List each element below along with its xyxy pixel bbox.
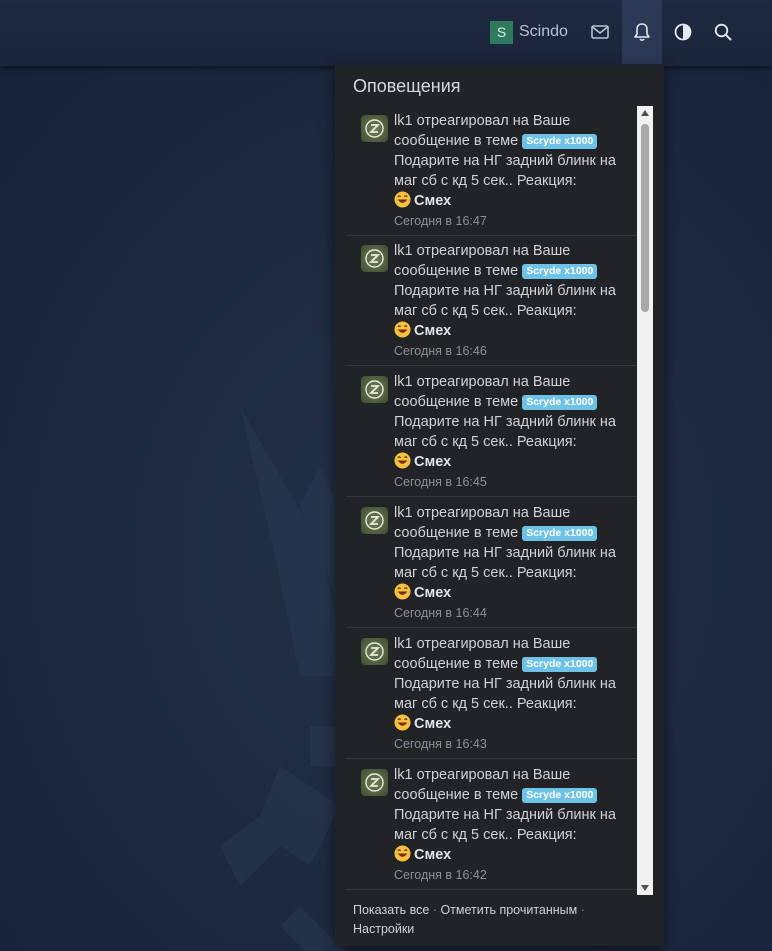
thread-title-link[interactable]: Подарите на НГ задний блинк на маг сб с … (394, 545, 616, 581)
notification-text: lk1 отреагировал на Ваше сообщение в тем… (394, 765, 634, 885)
thread-prefix-tag[interactable]: Scryde x1000 (522, 395, 598, 410)
user-avatar[interactable] (361, 376, 388, 403)
z-logo-icon (365, 773, 384, 792)
scroll-down-button[interactable] (637, 881, 653, 895)
thread-prefix-tag[interactable]: Scryde x1000 (522, 264, 598, 279)
notification-item[interactable]: lk1 отреагировал на Ваше сообщение в тем… (346, 236, 637, 366)
user-avatar[interactable] (361, 638, 388, 665)
z-logo-icon (365, 249, 384, 268)
reaction-name: Смех (414, 323, 452, 339)
scroll-up-button[interactable] (637, 106, 653, 120)
user-avatar: S (490, 20, 513, 44)
thread-title-link[interactable]: Подарите на НГ задний блинк на маг сб с … (394, 807, 616, 843)
notification-item[interactable]: lk1 отреагировал на Ваше сообщение в тем… (346, 367, 637, 497)
reaction-label: . Реакция: (508, 434, 577, 450)
reaction-label: . Реакция: (508, 827, 577, 843)
notifications-list: lk1 отреагировал на Ваше сообщение в тем… (346, 106, 637, 891)
thread-title-link[interactable]: Подарите на НГ задний блинк на маг сб с … (394, 153, 616, 189)
reaction-label: . Реакция: (508, 303, 577, 319)
reaction-name: Смех (414, 847, 452, 863)
thread-prefix-tag[interactable]: Scryde x1000 (522, 657, 598, 672)
z-logo-icon (365, 119, 384, 138)
notification-item[interactable]: lk1 отреагировал на Ваше сообщение в тем… (346, 106, 637, 236)
notifications-scrollbar[interactable] (637, 106, 653, 895)
notification-time: Сегодня в 16:45 (394, 475, 487, 489)
reaction-name: Смех (414, 454, 452, 470)
z-logo-icon (365, 642, 384, 661)
popup-title: Оповещения (353, 76, 461, 96)
scroll-thumb[interactable] (641, 124, 649, 312)
search-button[interactable] (703, 0, 743, 64)
z-logo-icon (365, 380, 384, 399)
thread-prefix-tag[interactable]: Scryde x1000 (522, 788, 598, 803)
search-icon (714, 23, 732, 41)
username-link[interactable]: lk1 (394, 374, 413, 390)
laughing-emoji-icon (394, 845, 411, 862)
laughing-emoji-icon (394, 321, 411, 338)
reaction-label: . Реакция: (508, 696, 577, 712)
user-avatar[interactable] (361, 769, 388, 796)
alerts-button[interactable] (622, 0, 662, 64)
thread-title-link[interactable]: Подарите на НГ задний блинк на маг сб с … (394, 414, 616, 450)
notifications-popup: Оповещения lk1 отреагировал на Ваше сооб… (335, 66, 664, 946)
notification-text: lk1 отреагировал на Ваше сообщение в тем… (394, 111, 634, 231)
user-name: Scindo (519, 23, 568, 40)
thread-title-link[interactable]: Подарите на НГ задний блинк на маг сб с … (394, 283, 616, 319)
laughing-emoji-icon (394, 583, 411, 600)
contrast-icon (674, 23, 692, 41)
notification-text: lk1 отреагировал на Ваше сообщение в тем… (394, 634, 634, 754)
laughing-emoji-icon (394, 452, 411, 469)
thread-prefix-tag[interactable]: Scryde x1000 (522, 134, 598, 149)
notification-time: Сегодня в 16:44 (394, 606, 487, 620)
reaction-name: Смех (414, 585, 452, 601)
notification-text: lk1 отреагировал на Ваше сообщение в тем… (394, 372, 634, 492)
popup-footer: Показать все · Отметить прочитанным · На… (353, 901, 653, 939)
reaction-label: . Реакция: (508, 565, 577, 581)
arrow-down-icon (641, 885, 649, 891)
notification-text: lk1 отреагировал на Ваше сообщение в тем… (394, 241, 634, 361)
reaction-name: Смех (414, 716, 452, 732)
username-link[interactable]: lk1 (394, 113, 413, 129)
notification-item[interactable]: lk1 отреагировал на Ваше сообщение в тем… (346, 629, 637, 759)
laughing-emoji-icon (394, 191, 411, 208)
notification-time: Сегодня в 16:42 (394, 868, 487, 882)
style-toggle-button[interactable] (663, 0, 703, 64)
laughing-emoji-icon (394, 714, 411, 731)
inbox-button[interactable] (580, 0, 620, 64)
thread-prefix-tag[interactable]: Scryde x1000 (522, 526, 598, 541)
show-all-link[interactable]: Показать все (353, 903, 429, 917)
z-logo-icon (365, 511, 384, 530)
user-avatar[interactable] (361, 245, 388, 272)
bell-icon (634, 23, 650, 42)
user-avatar[interactable] (361, 115, 388, 142)
reaction-label: . Реакция: (508, 173, 577, 189)
arrow-up-icon (641, 110, 649, 116)
settings-link[interactable]: Настройки (353, 922, 414, 936)
notification-text: lk1 отреагировал на Ваше сообщение в тем… (394, 503, 634, 623)
username-link[interactable]: lk1 (394, 636, 413, 652)
separator: · (580, 903, 585, 917)
notification-item[interactable]: lk1 отреагировал на Ваше сообщение в тем… (346, 760, 637, 890)
thread-title-link[interactable]: Подарите на НГ задний блинк на маг сб с … (394, 676, 616, 712)
notification-time: Сегодня в 16:47 (394, 214, 487, 228)
separator: · (432, 903, 437, 917)
notification-time: Сегодня в 16:46 (394, 344, 487, 358)
user-avatar[interactable] (361, 507, 388, 534)
username-link[interactable]: lk1 (394, 243, 413, 259)
username-link[interactable]: lk1 (394, 505, 413, 521)
reaction-name: Смех (414, 193, 452, 209)
notification-item[interactable]: lk1 отреагировал на Ваше сообщение в тем… (346, 498, 637, 628)
mail-icon (591, 25, 609, 39)
mark-read-link[interactable]: Отметить прочитанным (440, 903, 577, 917)
notification-time: Сегодня в 16:43 (394, 737, 487, 751)
top-navigation-bar: S Scindo (0, 0, 772, 66)
user-menu-link[interactable]: S Scindo (490, 20, 568, 44)
username-link[interactable]: lk1 (394, 767, 413, 783)
